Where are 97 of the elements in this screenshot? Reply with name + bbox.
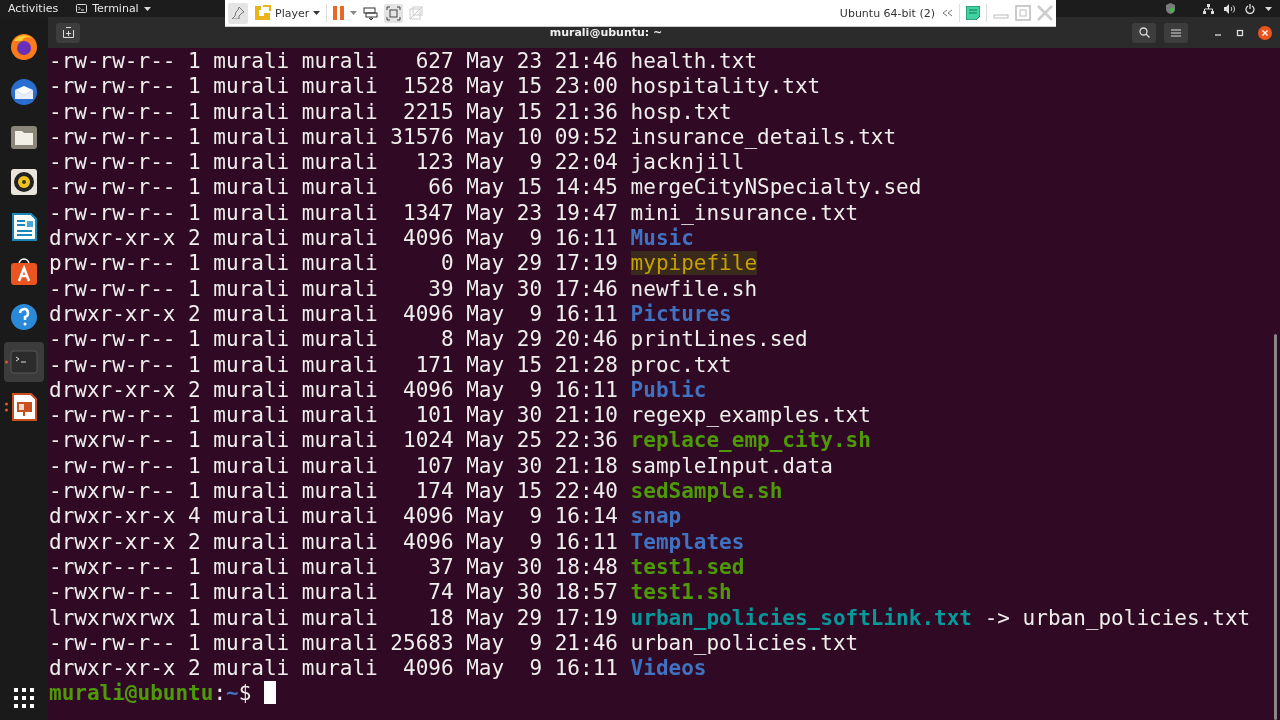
file-name: mergeCityNSpecialty.sed <box>630 175 922 200</box>
file-name: proc.txt <box>630 352 732 377</box>
file-details: -rw-rw-r-- 1 murali murali 101 May 30 21:10 <box>49 403 618 428</box>
file-details: -rw-rw-r-- 1 murali murali 25683 May 9 21:46 <box>49 630 618 655</box>
terminal-icon <box>10 348 38 376</box>
file-details: drwxr-xr-x 2 murali murali 4096 May 9 16:11 <box>49 226 618 251</box>
file-name: printLines.sed <box>630 327 808 352</box>
file-details: drwxr-xr-x 4 murali murali 4096 May 9 16:14 <box>49 504 618 529</box>
fullscreen-icon <box>386 5 402 21</box>
file-details: drwxr-xr-x 2 murali murali 4096 May 9 16:11 <box>49 301 618 326</box>
file-name: snap <box>630 504 682 529</box>
file-details: lrwxrwxrwx 1 murali murali 18 May 29 17:19 <box>49 605 618 630</box>
notes-icon[interactable] <box>966 6 980 20</box>
activities-button[interactable]: Activities <box>8 2 59 15</box>
file-details: -rwxrw-r-- 1 murali murali 174 May 15 22:40 <box>49 479 618 504</box>
network-icon[interactable] <box>1203 3 1214 14</box>
player-logo-icon <box>254 5 271 21</box>
file-details: drwxr-xr-x 2 murali murali 4096 May 9 16:11 <box>49 377 618 402</box>
file-details: -rw-rw-r-- 1 murali murali 8 May 29 20:46 <box>49 327 618 352</box>
file-details: -rw-rw-r-- 1 murali murali 39 May 30 17:46 <box>49 276 618 301</box>
caret-icon <box>143 6 151 11</box>
file-name: urban_policies.txt <box>630 630 859 655</box>
folder-icon <box>10 123 38 151</box>
document-icon <box>10 213 38 241</box>
fullscreen-button[interactable] <box>384 3 404 23</box>
prompt-path: ~ <box>226 681 239 706</box>
file-details: prw-rw-r-- 1 murali murali 0 May 29 17:19 <box>49 251 618 276</box>
file-details: -rwxrw-r-- 1 murali murali 74 May 30 18:57 <box>49 580 618 605</box>
file-details: drwxr-xr-x 2 murali murali 4096 May 9 16:11 <box>49 529 618 554</box>
file-name: newfile.sh <box>630 276 758 301</box>
window-title: murali@ubuntu: ~ <box>549 26 663 39</box>
collapse-icon[interactable] <box>941 9 953 17</box>
file-name: health.txt <box>630 49 758 73</box>
power-icon[interactable] <box>1245 3 1255 14</box>
file-name: sedSample.sh <box>630 479 783 504</box>
pause-icon[interactable] <box>333 6 345 20</box>
link-target: urban_policies.txt <box>1022 605 1251 630</box>
file-name: urban_policies_softLink.txt <box>630 605 972 630</box>
file-details: -rw-rw-r-- 1 murali murali 31576 May 10 09:52 <box>49 124 618 149</box>
file-name: hosp.txt <box>630 99 732 124</box>
caret-icon[interactable] <box>1265 6 1272 11</box>
file-name: Music <box>630 226 694 251</box>
scrollbar[interactable] <box>1274 334 1277 720</box>
speaker-icon <box>10 168 38 196</box>
file-name: mini_insurance.txt <box>630 200 859 225</box>
prompt-user-host: murali@ubuntu <box>49 681 214 706</box>
app-grid-icon[interactable] <box>14 688 34 708</box>
search-icon <box>1138 27 1150 38</box>
file-name: test1.sed <box>630 554 745 579</box>
file-name: replace_emp_city.sh <box>630 428 871 453</box>
pin-button[interactable] <box>228 2 248 24</box>
file-details: drwxr-xr-x 2 murali murali 4096 May 9 16:11 <box>49 656 618 681</box>
thunderbird-icon <box>10 78 38 106</box>
new-tab-icon <box>62 27 74 38</box>
file-name: sampleInput.data <box>630 453 833 478</box>
text-cursor <box>264 681 276 705</box>
presentation-icon <box>10 393 38 421</box>
prompt-symbol: $ <box>238 681 252 706</box>
file-details: -rwxrw-r-- 1 murali murali 1024 May 25 22:36 <box>49 428 618 453</box>
shopping-bag-icon <box>10 258 38 286</box>
file-details: -rw-rw-r-- 1 murali murali 1528 May 15 23:00 <box>49 74 618 99</box>
file-details: -rw-rw-r-- 1 murali murali 107 May 30 21:18 <box>49 453 618 478</box>
file-details: -rwxr--r-- 1 murali murali 37 May 30 18:48 <box>49 554 618 579</box>
terminal-icon <box>76 4 88 13</box>
file-details: -rw-rw-r-- 1 murali murali 66 May 15 14:45 <box>49 175 618 200</box>
prompt-separator: : <box>213 681 227 706</box>
close-icon[interactable] <box>1258 25 1272 40</box>
caret-icon <box>313 11 321 15</box>
firefox-icon <box>10 33 38 61</box>
file-name: Public <box>630 377 707 402</box>
file-details: -rw-rw-r-- 1 murali murali 627 May 23 21:46 <box>49 49 618 73</box>
file-details: -rw-rw-r-- 1 murali murali 2215 May 15 21:36 <box>49 99 618 124</box>
file-details: -rw-rw-r-- 1 murali murali 171 May 15 21:28 <box>49 352 618 377</box>
file-details: -rw-rw-r-- 1 murali murali 1347 May 23 19:47 <box>49 200 618 225</box>
file-name: regexp_examples.txt <box>630 403 871 428</box>
maximize-icon[interactable] <box>1236 28 1244 37</box>
file-name: jacknjill <box>630 150 745 175</box>
file-name: test1.sh <box>630 580 732 605</box>
new-tab-button[interactable] <box>56 22 80 43</box>
file-name: Templates <box>630 529 745 554</box>
link-arrow: -> <box>984 605 1010 630</box>
player-menu[interactable]: Player <box>254 5 321 21</box>
menu-button[interactable] <box>1164 22 1188 43</box>
file-name: Pictures <box>630 301 732 326</box>
volume-icon[interactable] <box>1224 3 1235 14</box>
file-name: mypipefile <box>630 251 758 276</box>
app-menu[interactable]: Terminal <box>76 2 151 15</box>
file-details: -rw-rw-r-- 1 murali murali 123 May 9 22:04 <box>49 150 618 175</box>
file-name: insurance_details.txt <box>630 124 897 149</box>
shield-icon[interactable] <box>1166 3 1175 14</box>
vm-name: Ubuntu 64-bit (2) <box>839 6 935 20</box>
help-icon <box>10 303 38 331</box>
search-button[interactable] <box>1132 22 1156 43</box>
devices-icon[interactable] <box>363 5 379 21</box>
menu-icon <box>1171 28 1181 37</box>
file-name: Videos <box>630 656 707 681</box>
file-name: hospitality.txt <box>630 74 821 99</box>
